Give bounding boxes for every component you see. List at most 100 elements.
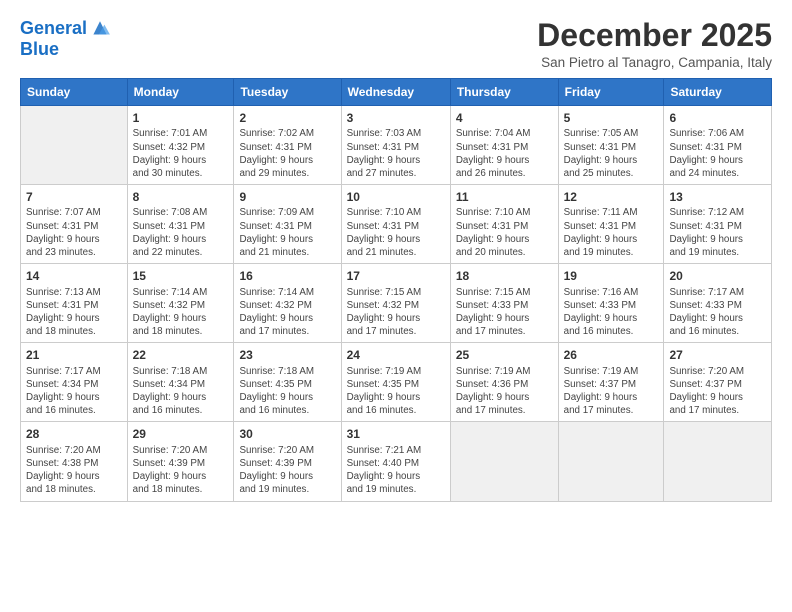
day-number: 19	[564, 268, 659, 284]
calendar-day-cell	[558, 422, 664, 501]
day-of-week-header: Monday	[127, 79, 234, 106]
day-number: 31	[347, 426, 445, 442]
calendar-day-cell: 22Sunrise: 7:18 AMSunset: 4:34 PMDayligh…	[127, 343, 234, 422]
day-info: Sunrise: 7:17 AMSunset: 4:34 PMDaylight:…	[26, 365, 122, 418]
day-info: Sunrise: 7:21 AMSunset: 4:40 PMDaylight:…	[347, 444, 445, 497]
day-info: Sunrise: 7:16 AMSunset: 4:33 PMDaylight:…	[564, 286, 659, 339]
calendar-week-row: 21 Sunrise: 7:17 AMSunset: 4:34 PMDayligh…	[21, 343, 772, 422]
calendar-day-cell	[450, 422, 558, 501]
calendar-header-row: SundayMondayTuesdayWednesdayThursdayFrid…	[21, 79, 772, 106]
calendar-day-cell: 17 Sunrise: 7:15 AMSunset: 4:32 PMDayligh…	[341, 264, 450, 343]
day-number: 15	[133, 268, 229, 284]
calendar-day-cell: 24 Sunrise: 7:19 AMSunset: 4:35 PMDayligh…	[341, 343, 450, 422]
day-number: 27	[669, 347, 766, 363]
day-number: 23	[239, 347, 335, 363]
day-number: 2	[239, 110, 335, 126]
day-number: 9	[239, 189, 335, 205]
day-number: 11	[456, 189, 553, 205]
day-number: 3	[347, 110, 445, 126]
day-info: Sunrise: 7:18 AMSunset: 4:35 PMDaylight:…	[239, 365, 335, 418]
day-info: Sunrise: 7:14 AMSunset: 4:32 PMDaylight:…	[239, 286, 335, 339]
page: General Blue December 2025 San Pietro al…	[0, 0, 792, 612]
day-info: Sunrise: 7:08 AMSunset: 4:31 PMDaylight:…	[133, 206, 229, 259]
title-block: December 2025 San Pietro al Tanagro, Cam…	[537, 18, 772, 70]
calendar-day-cell: 13Sunrise: 7:12 AMSunset: 4:31 PMDayligh…	[664, 185, 772, 264]
day-info: Sunrise: 7:20 AMSunset: 4:39 PMDaylight:…	[133, 444, 229, 497]
header: General Blue December 2025 San Pietro al…	[20, 18, 772, 70]
logo: General Blue	[20, 18, 111, 60]
calendar-day-cell	[664, 422, 772, 501]
calendar-day-cell: 5Sunrise: 7:05 AMSunset: 4:31 PMDaylight…	[558, 106, 664, 185]
calendar-day-cell: 1Sunrise: 7:01 AMSunset: 4:32 PMDaylight…	[127, 106, 234, 185]
calendar-day-cell: 6Sunrise: 7:06 AMSunset: 4:31 PMDaylight…	[664, 106, 772, 185]
calendar-day-cell: 23 Sunrise: 7:18 AMSunset: 4:35 PMDayligh…	[234, 343, 341, 422]
day-info: Sunrise: 7:07 AMSunset: 4:31 PMDaylight:…	[26, 206, 122, 259]
day-number: 18	[456, 268, 553, 284]
calendar-day-cell: 31 Sunrise: 7:21 AMSunset: 4:40 PMDayligh…	[341, 422, 450, 501]
day-of-week-header: Saturday	[664, 79, 772, 106]
calendar-day-cell: 26Sunrise: 7:19 AMSunset: 4:37 PMDayligh…	[558, 343, 664, 422]
day-info: Sunrise: 7:09 AMSunset: 4:31 PMDaylight:…	[239, 206, 335, 259]
day-info: Sunrise: 7:10 AMSunset: 4:31 PMDaylight:…	[347, 206, 445, 259]
logo-blue-text: Blue	[20, 40, 111, 60]
day-number: 21	[26, 347, 122, 363]
day-info: Sunrise: 7:15 AMSunset: 4:32 PMDaylight:…	[347, 286, 445, 339]
day-number: 13	[669, 189, 766, 205]
day-info: Sunrise: 7:11 AMSunset: 4:31 PMDaylight:…	[564, 206, 659, 259]
calendar-day-cell: 4Sunrise: 7:04 AMSunset: 4:31 PMDaylight…	[450, 106, 558, 185]
day-info: Sunrise: 7:10 AMSunset: 4:31 PMDaylight:…	[456, 206, 553, 259]
calendar-week-row: 1Sunrise: 7:01 AMSunset: 4:32 PMDaylight…	[21, 106, 772, 185]
calendar-day-cell: 19 Sunrise: 7:16 AMSunset: 4:33 PMDayligh…	[558, 264, 664, 343]
day-number: 10	[347, 189, 445, 205]
calendar-day-cell: 10Sunrise: 7:10 AMSunset: 4:31 PMDayligh…	[341, 185, 450, 264]
calendar-day-cell: 20 Sunrise: 7:17 AMSunset: 4:33 PMDayligh…	[664, 264, 772, 343]
logo-text: General	[20, 19, 87, 39]
day-of-week-header: Friday	[558, 79, 664, 106]
day-number: 25	[456, 347, 553, 363]
day-number: 24	[347, 347, 445, 363]
day-info: Sunrise: 7:13 AMSunset: 4:31 PMDaylight:…	[26, 286, 122, 339]
calendar-week-row: 7Sunrise: 7:07 AMSunset: 4:31 PMDaylight…	[21, 185, 772, 264]
day-info: Sunrise: 7:20 AMSunset: 4:37 PMDaylight:…	[669, 365, 766, 418]
day-number: 5	[564, 110, 659, 126]
calendar-day-cell: 8Sunrise: 7:08 AMSunset: 4:31 PMDaylight…	[127, 185, 234, 264]
calendar-day-cell: 9Sunrise: 7:09 AMSunset: 4:31 PMDaylight…	[234, 185, 341, 264]
day-number: 8	[133, 189, 229, 205]
day-info: Sunrise: 7:04 AMSunset: 4:31 PMDaylight:…	[456, 127, 553, 180]
calendar-day-cell: 3Sunrise: 7:03 AMSunset: 4:31 PMDaylight…	[341, 106, 450, 185]
day-info: Sunrise: 7:15 AMSunset: 4:33 PMDaylight:…	[456, 286, 553, 339]
day-number: 12	[564, 189, 659, 205]
calendar-week-row: 28 Sunrise: 7:20 AMSunset: 4:38 PMDayligh…	[21, 422, 772, 501]
calendar-day-cell: 28 Sunrise: 7:20 AMSunset: 4:38 PMDayligh…	[21, 422, 128, 501]
calendar-day-cell: 29Sunrise: 7:20 AMSunset: 4:39 PMDayligh…	[127, 422, 234, 501]
day-info: Sunrise: 7:01 AMSunset: 4:32 PMDaylight:…	[133, 127, 229, 180]
calendar-day-cell: 27 Sunrise: 7:20 AMSunset: 4:37 PMDayligh…	[664, 343, 772, 422]
day-number: 7	[26, 189, 122, 205]
calendar-day-cell: 15Sunrise: 7:14 AMSunset: 4:32 PMDayligh…	[127, 264, 234, 343]
day-info: Sunrise: 7:06 AMSunset: 4:31 PMDaylight:…	[669, 127, 766, 180]
day-info: Sunrise: 7:20 AMSunset: 4:38 PMDaylight:…	[26, 444, 122, 497]
day-info: Sunrise: 7:19 AMSunset: 4:36 PMDaylight:…	[456, 365, 553, 418]
day-info: Sunrise: 7:02 AMSunset: 4:31 PMDaylight:…	[239, 127, 335, 180]
day-number: 16	[239, 268, 335, 284]
day-info: Sunrise: 7:19 AMSunset: 4:37 PMDaylight:…	[564, 365, 659, 418]
day-number: 6	[669, 110, 766, 126]
day-number: 20	[669, 268, 766, 284]
day-number: 22	[133, 347, 229, 363]
calendar-day-cell: 14Sunrise: 7:13 AMSunset: 4:31 PMDayligh…	[21, 264, 128, 343]
day-of-week-header: Wednesday	[341, 79, 450, 106]
calendar-day-cell: 7Sunrise: 7:07 AMSunset: 4:31 PMDaylight…	[21, 185, 128, 264]
subtitle: San Pietro al Tanagro, Campania, Italy	[537, 55, 772, 70]
day-number: 17	[347, 268, 445, 284]
day-info: Sunrise: 7:05 AMSunset: 4:31 PMDaylight:…	[564, 127, 659, 180]
day-number: 30	[239, 426, 335, 442]
calendar-day-cell: 12Sunrise: 7:11 AMSunset: 4:31 PMDayligh…	[558, 185, 664, 264]
day-info: Sunrise: 7:19 AMSunset: 4:35 PMDaylight:…	[347, 365, 445, 418]
day-info: Sunrise: 7:17 AMSunset: 4:33 PMDaylight:…	[669, 286, 766, 339]
calendar-day-cell: 11Sunrise: 7:10 AMSunset: 4:31 PMDayligh…	[450, 185, 558, 264]
day-number: 28	[26, 426, 122, 442]
logo-icon	[89, 18, 111, 40]
day-of-week-header: Thursday	[450, 79, 558, 106]
calendar-day-cell: 16 Sunrise: 7:14 AMSunset: 4:32 PMDayligh…	[234, 264, 341, 343]
day-number: 4	[456, 110, 553, 126]
